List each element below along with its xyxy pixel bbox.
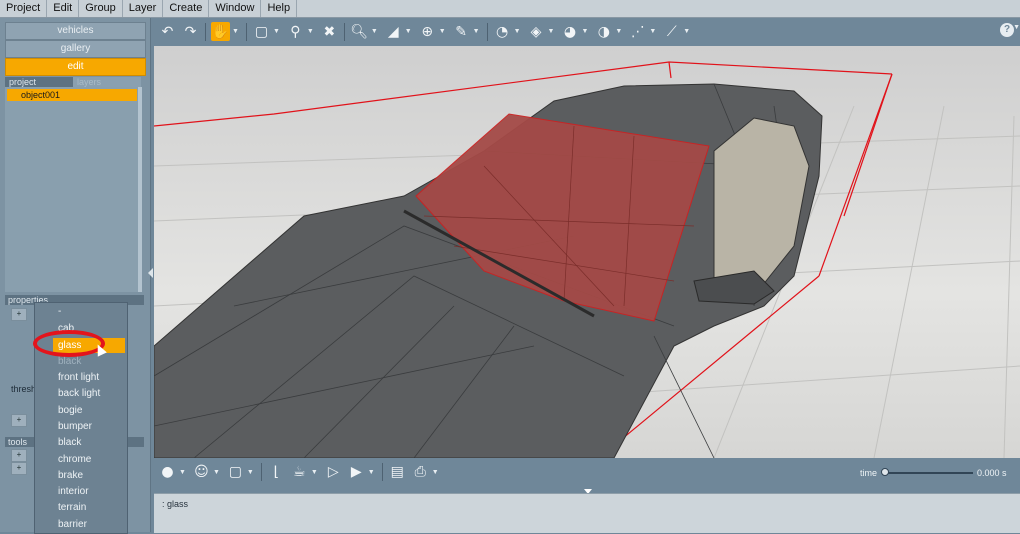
chevron-down-icon[interactable]: ▼ xyxy=(371,28,378,35)
undo-icon[interactable]: ↶ xyxy=(158,22,177,41)
property-add-button[interactable]: + xyxy=(11,414,27,427)
menu-window[interactable]: Window xyxy=(209,0,262,17)
tube-icon[interactable]: ⟋ xyxy=(662,22,681,41)
toolbar-separator xyxy=(486,22,488,41)
panel-tabs: project layers xyxy=(5,77,144,87)
console-panel[interactable]: : glass xyxy=(154,493,1020,533)
play-icon[interactable]: ▷ xyxy=(324,463,343,482)
dropdown-option[interactable]: bogie xyxy=(35,403,127,418)
chevron-down-icon[interactable]: ▼ xyxy=(1013,24,1020,31)
tool-add-button[interactable]: + xyxy=(11,449,27,462)
zoom-icon[interactable]: 🔍︎ xyxy=(350,22,369,41)
delete-icon[interactable]: ✖ xyxy=(320,22,339,41)
menu-group[interactable]: Group xyxy=(79,0,123,17)
menu-edit[interactable]: Edit xyxy=(47,0,80,17)
dropdown-option[interactable]: front light xyxy=(35,370,127,385)
tab-project[interactable]: project xyxy=(5,77,73,87)
console-text: : glass xyxy=(162,499,189,509)
chevron-down-icon[interactable]: ▼ xyxy=(232,28,239,35)
menu-create[interactable]: Create xyxy=(163,0,210,17)
dropdown-option[interactable]: chrome xyxy=(35,452,127,467)
highlight-ellipse xyxy=(33,330,105,357)
menu-project[interactable]: Project xyxy=(0,0,48,17)
sequence-icon[interactable]: ▶︎ xyxy=(347,463,366,482)
gauge-dial-icon[interactable]: ◑ xyxy=(594,22,613,41)
chevron-down-icon[interactable]: ▼ xyxy=(368,469,375,476)
document-icon[interactable]: ▤ xyxy=(388,463,407,482)
menu-help[interactable]: Help xyxy=(261,0,298,17)
toolbar-separator xyxy=(343,22,345,41)
chevron-down-icon[interactable]: ▼ xyxy=(548,28,555,35)
viewport-scene xyxy=(154,61,1020,458)
curve-icon[interactable]: ⌊ xyxy=(267,463,286,482)
3d-viewport[interactable] xyxy=(154,46,1020,458)
paint-icon[interactable]: ◢ xyxy=(384,22,403,41)
toolbar-separator xyxy=(245,22,247,41)
printer-icon[interactable]: ⎙ xyxy=(411,463,430,482)
measure-icon[interactable]: ✎ xyxy=(452,22,471,41)
main-toolbar: ↶ ↷ ✋ ▼ ▢ ▼ ⚲ ▼ ✖ 🔍︎ ▼ ◢ ▼ ⊕ ▼ ✎ ▼ ◔ ▼ ◈ ▼ ◕ ▼ ◑ ▼ … xyxy=(152,18,1020,45)
threshold-label: thresh xyxy=(11,384,37,394)
gauge-icon[interactable]: ◔ xyxy=(493,22,512,41)
dropdown-option[interactable]: brake xyxy=(35,468,127,483)
dropdown-option[interactable]: black xyxy=(35,435,127,450)
toolbar-separator xyxy=(260,463,262,481)
cube-icon[interactable]: ◈ xyxy=(527,22,546,41)
chevron-down-icon[interactable]: ▼ xyxy=(649,28,656,35)
help-icon[interactable]: ? xyxy=(1000,23,1014,37)
chevron-down-icon[interactable]: ▼ xyxy=(432,469,439,476)
gallery-button[interactable]: gallery xyxy=(5,40,146,58)
chevron-down-icon[interactable]: ▼ xyxy=(683,28,690,35)
time-slider-handle[interactable] xyxy=(881,468,889,476)
chevron-down-icon[interactable]: ▼ xyxy=(311,469,318,476)
tab-layers[interactable]: layers xyxy=(73,77,141,87)
select-box-icon[interactable]: ▢ xyxy=(252,22,271,41)
object-list: object001 xyxy=(5,87,138,292)
chevron-down-icon[interactable]: ▼ xyxy=(439,28,446,35)
chevron-down-icon[interactable]: ▼ xyxy=(405,28,412,35)
teapot-icon[interactable]: ☕︎ xyxy=(290,463,309,482)
vehicles-button[interactable]: vehicles xyxy=(5,22,146,40)
object-row[interactable]: object001 xyxy=(7,89,137,101)
move-icon[interactable]: ⊕ xyxy=(418,22,437,41)
property-small-button[interactable]: + xyxy=(11,308,27,321)
menu-layer[interactable]: Layer xyxy=(123,0,164,17)
collapse-panel-icon[interactable] xyxy=(148,268,153,278)
dropdown-option[interactable]: bumper xyxy=(35,419,127,434)
chevron-down-icon[interactable]: ▼ xyxy=(514,28,521,35)
frame-icon[interactable]: ▢ xyxy=(226,463,245,482)
dropdown-option[interactable]: black xyxy=(35,354,127,369)
chevron-down-icon[interactable]: ▼ xyxy=(615,28,622,35)
chevron-down-icon[interactable]: ▼ xyxy=(581,28,588,35)
toolbar-separator xyxy=(381,463,383,481)
dropdown-option[interactable]: back light xyxy=(35,386,127,401)
head-icon[interactable]: ☺ xyxy=(192,463,211,482)
edit-button[interactable]: edit xyxy=(5,58,146,76)
time-slider[interactable] xyxy=(885,472,973,474)
chevron-down-icon[interactable]: ▼ xyxy=(213,469,220,476)
dropdown-option[interactable]: - xyxy=(35,304,127,319)
time-label: time xyxy=(860,468,878,478)
dropdown-option[interactable]: interior xyxy=(35,484,127,499)
redo-icon[interactable]: ↷ xyxy=(181,22,200,41)
chevron-down-icon[interactable]: ▼ xyxy=(247,469,254,476)
chevron-down-icon[interactable]: ▼ xyxy=(179,469,186,476)
time-value: 0.000 s xyxy=(977,468,1007,478)
chevron-down-icon[interactable]: ▼ xyxy=(307,28,314,35)
pan-hand-icon[interactable]: ✋ xyxy=(211,22,230,41)
object-list-scrollbar[interactable] xyxy=(138,87,142,292)
transform-icon[interactable]: ⚲ xyxy=(286,22,305,41)
chevron-down-icon[interactable]: ▼ xyxy=(473,28,480,35)
sphere-icon[interactable]: ● xyxy=(158,463,177,482)
timeline-bar: ● ▼ ☺ ▼ ▢ ▼ ⌊ ☕︎ ▼ ▷ ▶︎ ▼ ▤ ⎙ ▼ time 0.000 s xyxy=(152,458,1020,486)
dropdown-option[interactable]: barrier xyxy=(35,517,127,532)
vertices-icon[interactable]: ⋰ xyxy=(628,22,647,41)
toolbar-separator xyxy=(205,22,206,41)
tool-add-button-2[interactable]: + xyxy=(11,462,27,475)
gauge-alt-icon[interactable]: ◕ xyxy=(560,22,579,41)
chevron-down-icon[interactable]: ▼ xyxy=(273,28,280,35)
dropdown-option[interactable]: terrain xyxy=(35,500,127,515)
menubar: Project Edit Group Layer Create Window H… xyxy=(0,0,1020,18)
